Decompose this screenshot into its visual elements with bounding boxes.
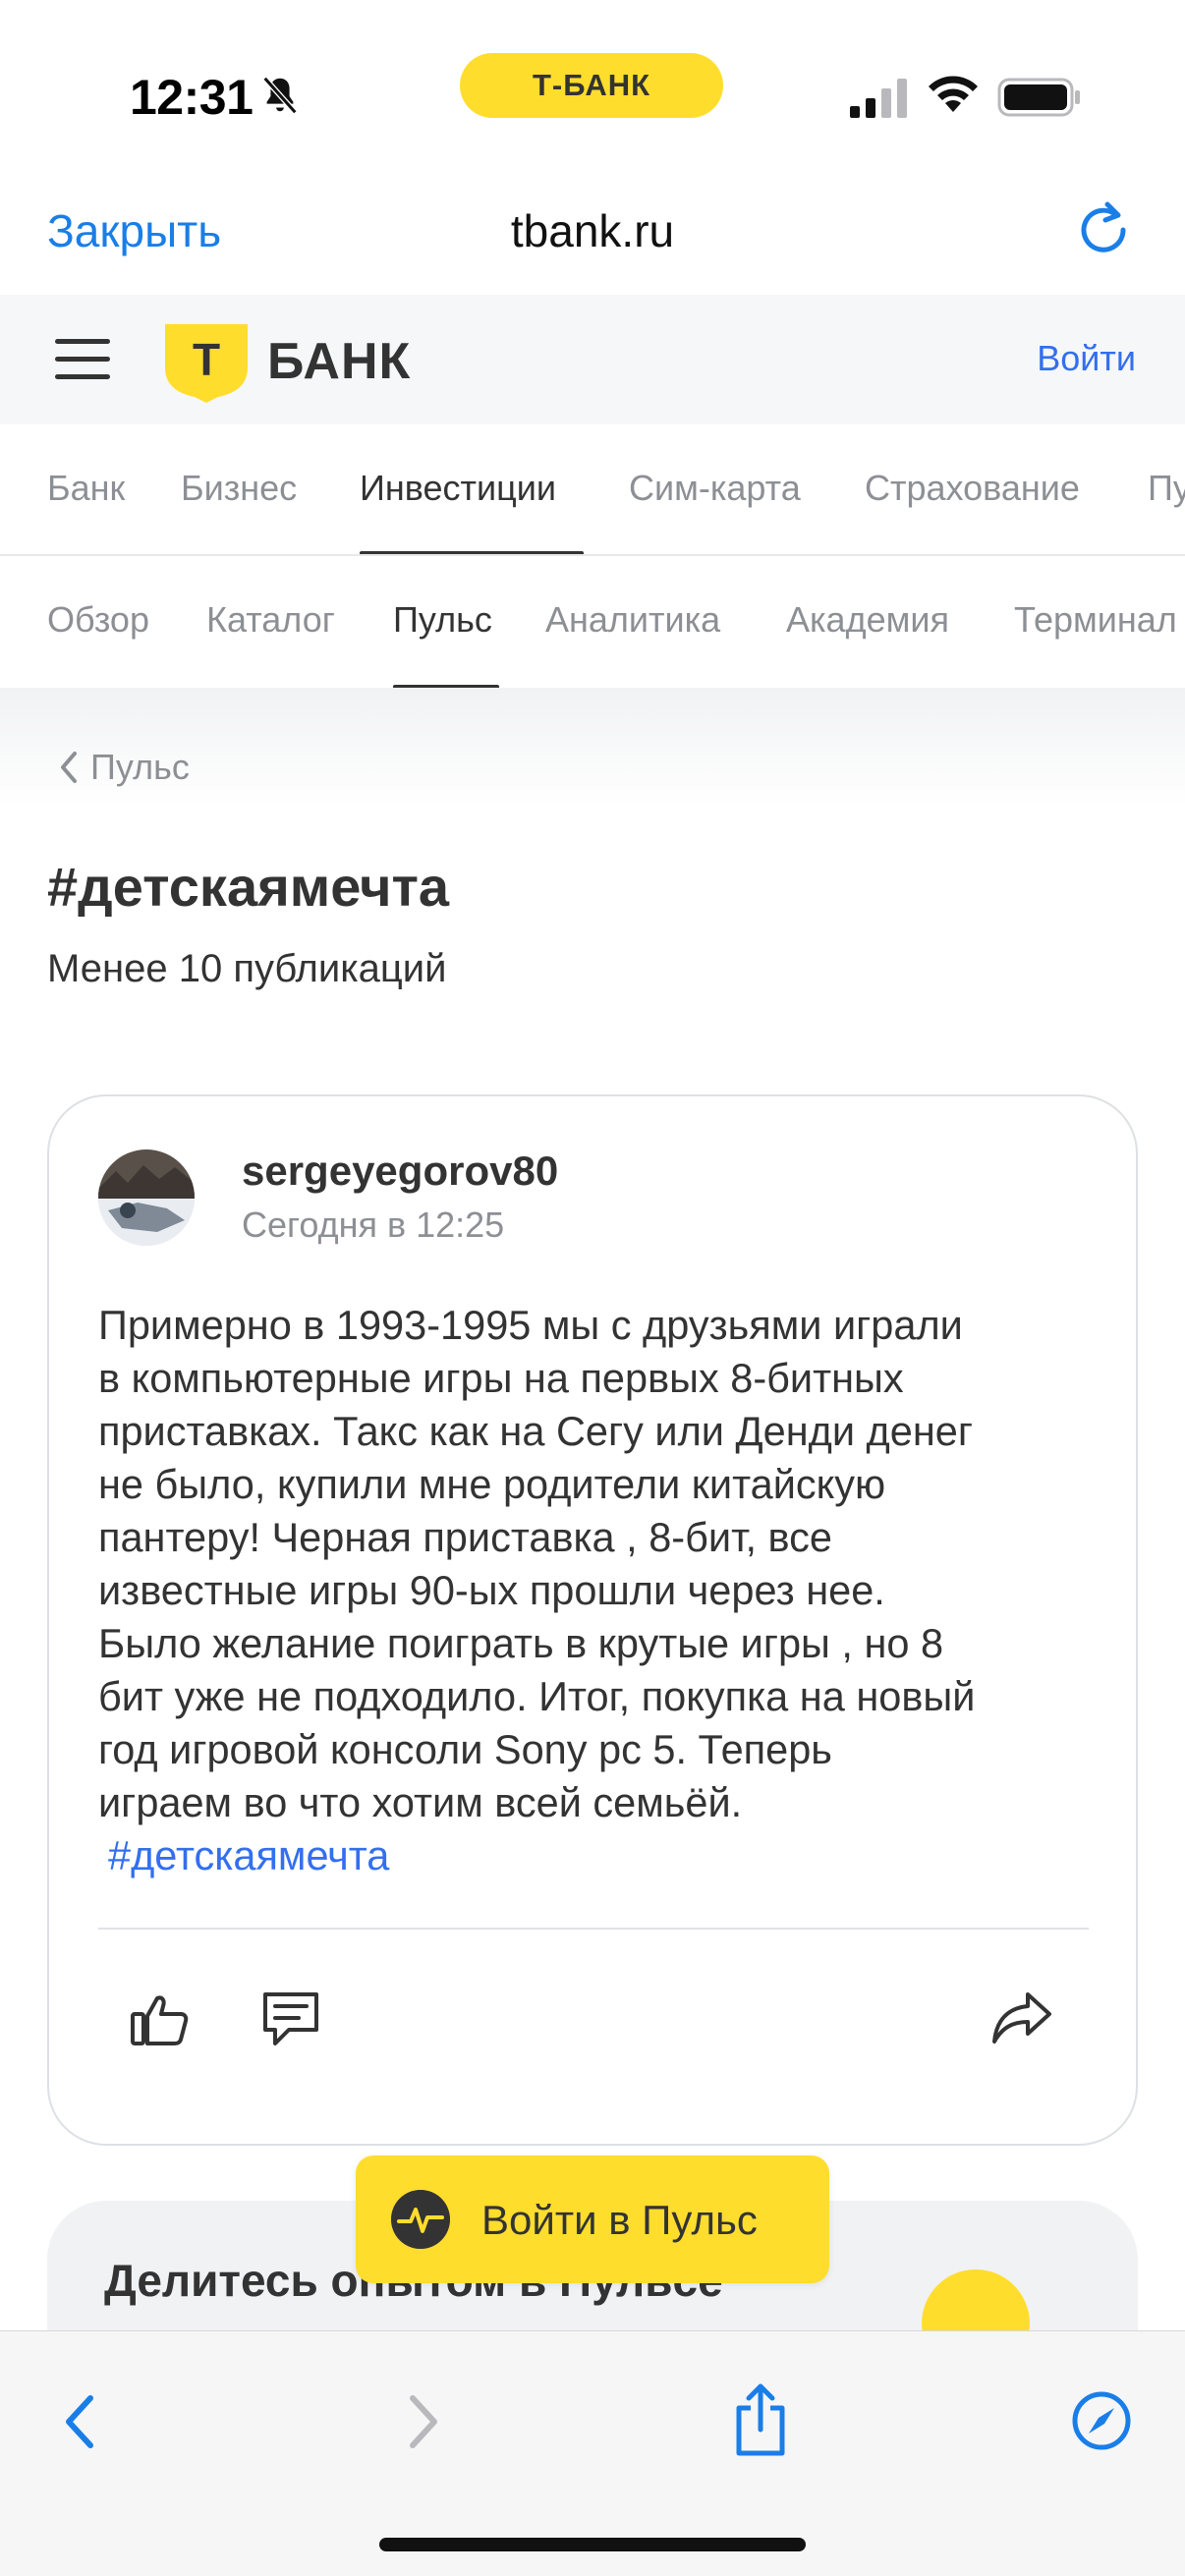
post-line: не было, купили мне родители китайскую	[98, 1461, 886, 1507]
post-line: приставках. Такс как на Сегу или Денди д…	[98, 1408, 973, 1454]
page-title: #детскаямечта	[47, 856, 450, 918]
avatar[interactable]	[98, 1149, 195, 1246]
post-author[interactable]: sergeyegorov80	[242, 1148, 558, 1195]
page-content: Пульс #детскаямечта Менее 10 публикаций …	[0, 688, 1185, 2330]
subtab-academy[interactable]: Академия	[786, 599, 949, 641]
cellular-signal-icon	[850, 79, 907, 118]
share-icon[interactable]	[731, 2382, 790, 2457]
back-link[interactable]: Пульс	[55, 747, 190, 788]
login-pulse-label: Войти в Пульс	[481, 2197, 758, 2243]
post-line: в компьютерные игры на первых 8-битных	[98, 1355, 904, 1401]
menu-icon[interactable]	[55, 339, 110, 382]
address-domain[interactable]: tbank.ru	[0, 204, 1185, 257]
reload-icon[interactable]	[1072, 196, 1135, 259]
subtab-analytics[interactable]: Аналитика	[545, 599, 720, 641]
promo-illustration	[922, 2269, 1030, 2330]
battery-icon	[997, 78, 1080, 117]
tab-business[interactable]: Бизнес	[181, 468, 297, 509]
forward-arrow-icon[interactable]	[401, 2392, 444, 2451]
card-divider	[98, 1928, 1089, 1930]
browser-bottom-bar	[0, 2330, 1185, 2576]
home-indicator[interactable]	[379, 2538, 806, 2551]
login-pulse-button[interactable]: Войти в Пульс	[356, 2156, 829, 2283]
post-body: Примерно в 1993-1995 мы с друзьями играл…	[98, 1299, 1100, 1882]
tab-sim-card[interactable]: Сим-карта	[629, 468, 801, 509]
sub-nav-tabs: Обзор Каталог Пульс Аналитика Академия Т…	[0, 556, 1185, 688]
like-icon[interactable]	[130, 1992, 191, 2047]
subtab-pulse[interactable]: Пульс	[393, 599, 492, 641]
publication-count: Менее 10 публикаций	[47, 947, 447, 990]
browser-top-bar: Закрыть tbank.ru	[0, 177, 1185, 295]
post-line: известные игры 90-ых прошли через нее.	[98, 1567, 885, 1613]
subtab-catalog[interactable]: Каталог	[206, 599, 335, 641]
back-link-label: Пульс	[90, 747, 190, 787]
comment-icon[interactable]	[259, 1990, 322, 2049]
back-arrow-icon[interactable]	[59, 2392, 102, 2451]
post-line: год игровой консоли Sony pc 5. Теперь	[98, 1726, 832, 1772]
login-button[interactable]: Войти	[1037, 338, 1136, 379]
compass-icon[interactable]	[1071, 2390, 1132, 2451]
share-arrow-icon[interactable]	[990, 1988, 1053, 2047]
wifi-icon	[929, 76, 978, 112]
tab-investments[interactable]: Инвестиции	[360, 468, 556, 509]
tab-insurance[interactable]: Страхование	[865, 468, 1080, 509]
status-bar: 12:31 Т-БАНК	[0, 0, 1185, 177]
post-line: пантеру! Черная приставка , 8-бит, все	[98, 1514, 832, 1560]
tab-more[interactable]: Пу	[1148, 468, 1185, 509]
post-line: играем во что хотим всей семьёй.	[98, 1779, 743, 1825]
pulse-logo-icon	[391, 2190, 450, 2249]
post-line: Было желание поиграть в крутые игры , но…	[98, 1620, 944, 1666]
post-line: Примерно в 1993-1995 мы с друзьями играл…	[98, 1302, 963, 1348]
post-timestamp: Сегодня в 12:25	[242, 1204, 505, 1245]
tab-bank[interactable]: Банк	[47, 468, 125, 509]
bell-muted-icon	[262, 76, 298, 115]
svg-text:Т: Т	[193, 334, 220, 385]
tbank-logo-shield[interactable]: Т	[163, 322, 250, 405]
subtab-terminal[interactable]: Терминал	[1014, 599, 1177, 641]
post-hashtag-link[interactable]: #детскаямечта	[98, 1829, 1100, 1882]
subtab-overview[interactable]: Обзор	[47, 599, 149, 641]
brand-pill[interactable]: Т-БАНК	[460, 53, 723, 118]
post-line: бит уже не подходило. Итог, покупка на н…	[98, 1673, 976, 1719]
post-card: sergeyegorov80 Сегодня в 12:25 Примерно …	[47, 1094, 1138, 2146]
main-nav-tabs: Банк Бизнес Инвестиции Сим-карта Страхов…	[0, 424, 1185, 556]
status-time: 12:31	[130, 70, 254, 125]
logo-text[interactable]: БАНК	[267, 332, 411, 391]
site-header: Т БАНК Войти	[0, 295, 1185, 424]
chevron-left-icon	[61, 752, 77, 783]
